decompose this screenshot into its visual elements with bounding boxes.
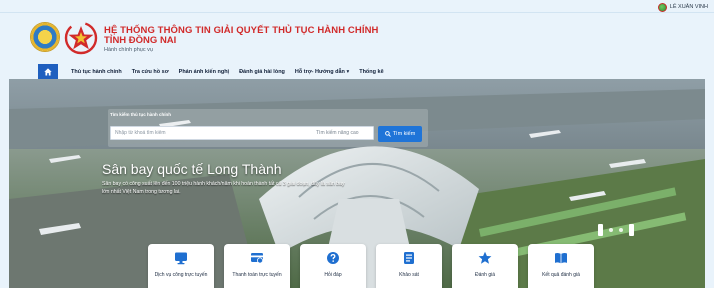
monitor-icon <box>175 252 187 265</box>
search-icon <box>384 131 391 137</box>
survey-icon <box>404 252 414 264</box>
service-card-label: Thanh toán trực tuyến <box>232 272 282 278</box>
nav-home-button[interactable] <box>38 64 58 79</box>
service-card-label: Dịch vụ công trực tuyến <box>154 272 208 278</box>
carousel-dot[interactable] <box>609 228 613 232</box>
service-card-survey[interactable]: Khảo sát <box>376 244 442 288</box>
user-name: LÊ XUÂN VINH <box>669 4 708 10</box>
advanced-search-link[interactable]: Tìm kiếm nâng cao <box>316 130 359 136</box>
service-card-rating-results[interactable]: Kết quả đánh giá <box>528 244 594 288</box>
search-button-label: Tìm kiếm <box>392 131 416 137</box>
user-menu[interactable]: LÊ XUÂN VINH <box>657 2 708 12</box>
top-bar: LÊ XUÂN VINH <box>0 0 714 13</box>
service-card-online-services[interactable]: Dịch vụ công trực tuyến <box>148 244 214 288</box>
service-card-faq[interactable]: Hỏi đáp <box>300 244 366 288</box>
carousel-dot-active[interactable] <box>598 224 603 236</box>
site-header: HỆ THỐNG THÔNG TIN GIẢI QUYẾT THỦ TỤC HÀ… <box>0 13 714 64</box>
hero-description: Sân bay có công suất lên đến 100 triệu h… <box>102 181 345 195</box>
user-avatar-icon <box>657 2 667 12</box>
nav-item-satisfaction[interactable]: Đánh giá hài lòng <box>234 69 290 75</box>
province-emblem-icon <box>30 22 60 52</box>
nav-item-procedures[interactable]: Thủ tục hành chính <box>66 69 127 75</box>
nav-item-statistics[interactable]: Thống kê <box>354 69 388 75</box>
service-card-label: Đánh giá <box>474 272 495 278</box>
nav-item-support[interactable]: Hỗ trợ- Hướng dẫn ▾ <box>290 69 354 75</box>
nav-item-feedback[interactable]: Phản ánh kiến nghị <box>174 69 234 75</box>
carousel-indicators <box>598 224 634 236</box>
service-card-rating[interactable]: Đánh giá <box>452 244 518 288</box>
question-icon <box>327 252 339 264</box>
book-icon <box>555 252 567 264</box>
hero-heading: Sân bay quốc tế Long Thành <box>102 161 282 177</box>
service-cards: Dịch vụ công trực tuyến Thanh toán trực … <box>148 244 594 288</box>
nav-item-lookup[interactable]: Tra cứu hồ sơ <box>127 69 174 75</box>
site-title-province: TỈNH ĐỒNG NAI <box>104 35 177 46</box>
star-icon <box>478 251 492 264</box>
site-slogan: Hành chính phục vụ <box>104 47 153 53</box>
service-card-label: Khảo sát <box>399 272 419 278</box>
main-nav: Thủ tục hành chính Tra cứu hồ sơ Phản án… <box>0 64 714 79</box>
service-card-online-payment[interactable]: Thanh toán trực tuyến <box>224 244 290 288</box>
payment-card-icon <box>251 253 263 264</box>
carousel-dot-active[interactable] <box>629 224 634 236</box>
service-card-label: Hỏi đáp <box>324 272 342 278</box>
carousel-dot[interactable] <box>619 228 623 232</box>
service-card-label: Kết quả đánh giá <box>542 272 580 278</box>
search-title: Tìm kiếm thủ tục hành chính <box>110 112 172 117</box>
search-button[interactable]: Tìm kiếm <box>378 126 422 142</box>
star-logo-icon <box>64 21 98 55</box>
home-icon <box>44 67 52 75</box>
